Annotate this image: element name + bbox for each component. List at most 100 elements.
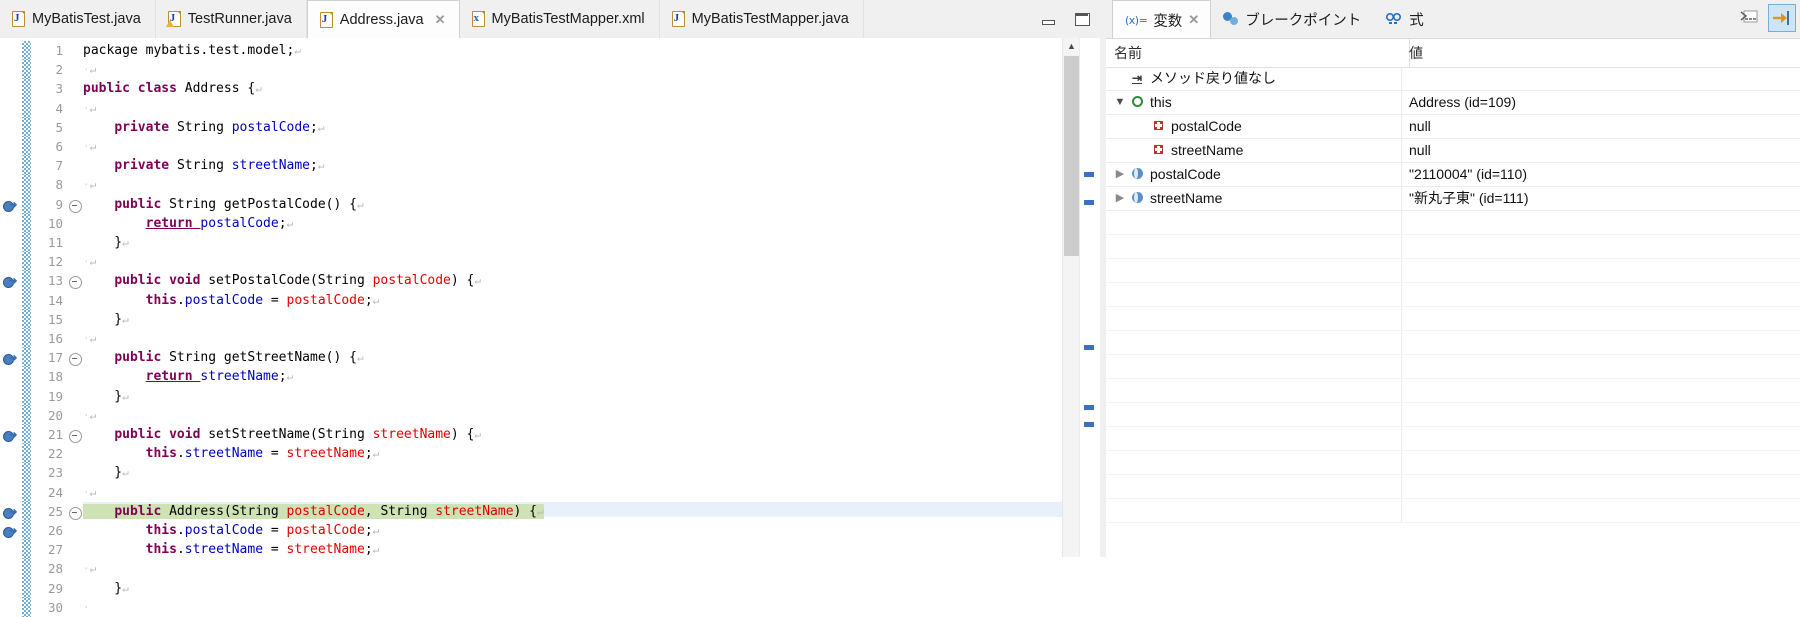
close-icon[interactable]: ✕ xyxy=(435,12,446,28)
variable-value-cell[interactable]: null xyxy=(1401,115,1800,138)
editor-tab-mybatistestmapper-xml[interactable]: x MyBatisTestMapper.xml xyxy=(459,0,660,38)
code-line[interactable]: public void setPostalCode(String postalC… xyxy=(83,274,481,288)
code-line[interactable]: public String getStreetName() {↵ xyxy=(83,351,363,365)
code-line[interactable]: public void setStreetName(String streetN… xyxy=(83,428,481,442)
code-line[interactable]: }↵ xyxy=(83,389,128,404)
code-line[interactable]: ·↵ xyxy=(83,409,96,423)
step-into-selection-button[interactable] xyxy=(1768,4,1796,32)
code-line[interactable]: ·↵ xyxy=(83,102,96,116)
code-line[interactable]: }↵ xyxy=(83,312,128,327)
variable-value-cell[interactable]: "2110004" (id=110) xyxy=(1401,163,1800,186)
overview-marker[interactable] xyxy=(1084,345,1094,350)
overview-marker[interactable] xyxy=(1084,422,1094,427)
overview-marker[interactable] xyxy=(1084,405,1094,410)
variable-name-cell[interactable]: ▶ postalCode xyxy=(1106,163,1402,186)
maximize-icon[interactable] xyxy=(1074,11,1090,27)
variable-value-cell[interactable]: null xyxy=(1401,139,1800,162)
minimize-icon[interactable] xyxy=(1040,11,1056,27)
code-line[interactable]: ·↵ xyxy=(83,486,96,500)
breakpoint-ruler[interactable]: ➜ ➜ ➜ ➜ ➜ ➜ xyxy=(0,38,22,557)
code-line[interactable]: }↵ xyxy=(83,581,128,596)
source-code-text[interactable]: package mybatis.test.model;↵ ·↵ public cla… xyxy=(83,38,1060,614)
variable-name-cell[interactable]: ⇥ メソッド戻り値なし xyxy=(1106,67,1402,90)
code-line[interactable]: return postalCode;↵ xyxy=(83,216,294,231)
code-line[interactable]: ·↵ xyxy=(83,332,96,346)
code-line[interactable]: ·↵ xyxy=(83,63,96,77)
collapse-all-button[interactable] xyxy=(1737,5,1763,31)
code-line[interactable]: }↵ xyxy=(83,466,128,480)
editor-tab-testrunner-java[interactable]: J TestRunner.java xyxy=(155,0,307,38)
variable-row[interactable]: ▶ streetName "新丸子東" (id=111) xyxy=(1106,187,1800,211)
variable-name-cell[interactable]: ▶ streetName xyxy=(1106,187,1402,210)
debug-view-tab-0[interactable]: (x)= 変数 ✕ xyxy=(1112,0,1212,40)
code-line[interactable]: public String getPostalCode() {↵ xyxy=(83,197,363,212)
variable-row[interactable]: streetName null xyxy=(1106,139,1800,163)
variable-name-cell[interactable]: streetName xyxy=(1106,139,1402,162)
chevron-right-icon[interactable]: ▶ xyxy=(1113,163,1127,186)
editor-tab-list: J MyBatisTest.java J TestRunner.java J Addres… xyxy=(0,0,864,40)
editor-tab-mybatistestmapper-java[interactable]: J MyBatisTestMapper.java xyxy=(659,0,864,38)
variable-name-cell[interactable]: ▼ this xyxy=(1106,91,1402,114)
code-line[interactable]: private String postalCode;↵ xyxy=(83,120,324,135)
breakpoint-icon[interactable]: ➜ xyxy=(3,525,17,538)
editor-vertical-scrollbar[interactable]: ▲ xyxy=(1062,38,1080,557)
chevron-right-icon[interactable]: ▶ xyxy=(1113,187,1127,210)
variable-row[interactable]: postalCode null xyxy=(1106,115,1800,139)
editor-tab-mybatistest-java[interactable]: J MyBatisTest.java xyxy=(0,0,156,38)
variable-name-cell[interactable]: postalCode xyxy=(1106,115,1402,138)
fold-collapse-icon[interactable] xyxy=(69,353,82,367)
scrollbar-thumb[interactable] xyxy=(1064,56,1079,256)
breakpoint-icon[interactable]: ➜ xyxy=(3,199,17,212)
variables-icon: (x)= xyxy=(1125,13,1148,27)
fold-collapse-icon[interactable] xyxy=(69,199,82,213)
breakpoint-icon[interactable]: ➜ xyxy=(3,506,17,519)
folding-ruler[interactable] xyxy=(67,38,83,557)
column-header-value[interactable]: 値 xyxy=(1401,39,1800,67)
code-line[interactable]: ·↵ xyxy=(83,562,96,576)
code-line[interactable]: ·↵ xyxy=(83,140,96,154)
fold-collapse-icon[interactable] xyxy=(69,276,82,290)
debug-view-tab-label: 式 xyxy=(1409,12,1424,29)
overview-ruler[interactable] xyxy=(1079,38,1100,557)
debug-view-tab-2[interactable]: 式 xyxy=(1373,0,1436,38)
variable-value-cell[interactable] xyxy=(1401,67,1800,90)
close-icon[interactable]: ✕ xyxy=(1188,12,1199,28)
fold-collapse-icon[interactable] xyxy=(69,430,82,443)
variables-table[interactable]: 名前 値 ⇥ メソッド戻り値なし ▼ this Address (id=109) post… xyxy=(1106,38,1800,558)
breakpoint-icon[interactable]: ➜ xyxy=(3,275,17,289)
code-line[interactable]: ·↵ xyxy=(83,178,96,192)
variable-value-cell[interactable]: Address (id=109) xyxy=(1401,91,1800,114)
changed-line-marker xyxy=(22,98,31,118)
code-line[interactable]: this.streetName = streetName;↵ xyxy=(83,447,380,461)
code-line[interactable]: · xyxy=(83,601,90,615)
code-line[interactable]: ·↵ xyxy=(83,255,96,269)
breakpoints-icon xyxy=(1223,12,1239,26)
code-line[interactable]: package mybatis.test.model;↵ xyxy=(83,44,301,58)
scroll-up-arrow[interactable]: ▲ xyxy=(1063,38,1080,55)
variable-value-cell[interactable]: "新丸子東" (id=111) xyxy=(1401,187,1800,210)
code-line[interactable]: this.postalCode = postalCode;↵ xyxy=(83,293,380,308)
code-line[interactable]: public Address(String postalCode, String… xyxy=(83,503,544,519)
variable-row[interactable]: ▼ this Address (id=109) xyxy=(1106,91,1800,115)
editor-tab-label: MyBatisTest.java xyxy=(32,11,141,27)
code-line[interactable]: this.postalCode = postalCode;↵ xyxy=(83,524,380,538)
variable-row[interactable]: ⇥ メソッド戻り値なし xyxy=(1106,67,1800,91)
overview-marker[interactable] xyxy=(1084,200,1094,205)
fold-collapse-icon[interactable] xyxy=(69,506,82,520)
code-editor[interactable]: ➜ ➜ ➜ ➜ ➜ ➜ 1 2 3 4 5 6 7 8 9 10 11 12 13 14 15 16 17 18 19 20 21… xyxy=(0,38,1100,617)
overview-marker[interactable] xyxy=(1084,172,1094,177)
chevron-down-icon[interactable]: ▼ xyxy=(1113,91,1127,114)
variable-row[interactable]: ▶ postalCode "2110004" (id=110) xyxy=(1106,163,1800,187)
field-variable-icon xyxy=(1153,144,1166,157)
column-header-name[interactable]: 名前 xyxy=(1106,39,1410,67)
code-line[interactable]: return streetName;↵ xyxy=(83,370,294,384)
editor-tab-address-java[interactable]: J Address.java ✕ xyxy=(306,0,460,40)
changed-line-marker xyxy=(22,348,31,368)
code-line[interactable]: }↵ xyxy=(83,236,128,250)
breakpoint-icon[interactable]: ➜ xyxy=(3,352,17,366)
code-line[interactable]: public class Address {↵ xyxy=(83,82,262,96)
debug-view-tab-1[interactable]: ブレークポイント xyxy=(1211,0,1373,38)
code-line[interactable]: this.streetName = streetName;↵ xyxy=(83,543,380,557)
code-line[interactable]: private String streetName;↵ xyxy=(83,159,324,173)
breakpoint-icon[interactable]: ➜ xyxy=(3,429,17,442)
